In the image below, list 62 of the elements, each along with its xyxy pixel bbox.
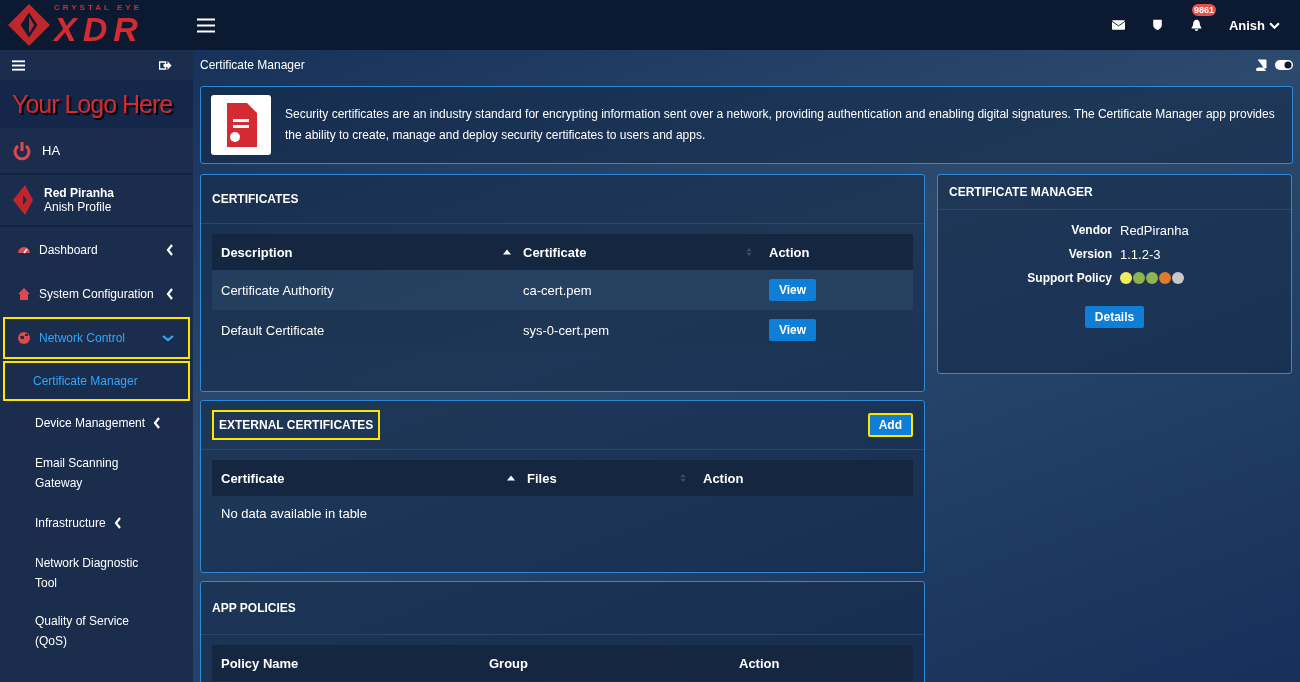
column-header[interactable]: Files [515,470,679,486]
caret-icon [1269,21,1280,29]
sidebar-item[interactable]: Network Diagnostic Tool [3,545,190,601]
column-header: Action [739,655,780,671]
shield-icon[interactable] [1150,19,1164,31]
field-label: Support Policy [1026,271,1112,285]
sort-up-icon[interactable] [507,474,515,482]
table-cell-text: Certificate Authority [220,282,335,298]
column-header[interactable]: Description [212,244,503,260]
column-header: Action [702,470,744,486]
sidebar-item[interactable]: Device Management [3,403,190,443]
sidebar-item[interactable]: Network Control [3,317,190,359]
view-button[interactable]: View [769,319,817,341]
house-icon [17,287,31,301]
brand-name: XDR [54,12,144,46]
brand-logo-icon [8,3,50,47]
column-header[interactable]: Certificate [511,244,745,260]
profile-name: Anish Profile [44,200,113,214]
sidebar-item[interactable]: Certificate Manager [3,361,190,401]
field-label: Vendor [1070,223,1112,237]
panel-title: CERTIFICATES [212,192,299,206]
table-cell-text: ca-cert.pem [522,282,593,298]
column-header: Action [768,244,810,260]
page-title: Certificate Manager [200,58,305,72]
logo-placeholder-text: Your Logo Here [12,89,173,119]
toggle-icon[interactable] [1275,60,1293,70]
certificate-icon [211,95,271,155]
field-value: RedPiranha [1120,222,1189,238]
sort-up-icon[interactable] [503,248,511,256]
intro-text: Security certificates are an industry standard for encrypting information sent over a network, providing authentication and enabling digital signatures. The Certificate Manager app provides the ability to create, manage and deploy security certificates to users and apps. [285,106,1276,144]
sidebar-item[interactable]: Dashboard [3,229,190,271]
column-header: Policy Name [220,655,300,671]
brand-tagline: CRYSTAL EYE [54,4,143,12]
notification-badge: 9861 [1191,4,1216,16]
sidebar-item[interactable]: Email Scanning Gateway [3,445,190,501]
sign-out-icon[interactable] [159,59,172,71]
field-label: Version [1067,247,1112,261]
column-header: Group [489,655,529,671]
menu-icon[interactable] [197,17,215,33]
piranha-logo-icon [12,185,34,215]
profile-org: Red Piranha [44,186,115,200]
power-icon[interactable] [12,140,32,161]
empty-table-message: No data available in table [221,506,367,521]
panel-title: CERTIFICATE MANAGER [949,185,1093,199]
globe-icon [17,331,31,345]
view-button[interactable]: View [769,279,817,301]
column-header[interactable]: Certificate [212,470,507,486]
field-value: 1.1.2-3 [1120,246,1161,262]
ha-label[interactable]: HA [42,143,61,158]
envelope-icon[interactable] [1111,19,1125,31]
table-cell-text: sys-0-cert.pem [522,322,610,338]
add-button[interactable]: Add [867,413,913,437]
bell-icon[interactable] [1189,19,1203,31]
sidebar-item[interactable]: Quality of Service (QoS) [3,603,190,659]
sidebar-item[interactable]: System Configuration [3,273,190,315]
user-menu[interactable]: Anish [1228,17,1280,33]
panel-title: APP POLICIES [212,601,296,615]
details-button[interactable]: Details [1084,306,1145,328]
menu-icon[interactable] [12,59,25,71]
sidebar-item[interactable]: Infrastructure [3,503,190,543]
table-cell-text: Default Certificate [220,322,326,338]
panel-title: EXTERNAL CERTIFICATES [212,410,381,440]
